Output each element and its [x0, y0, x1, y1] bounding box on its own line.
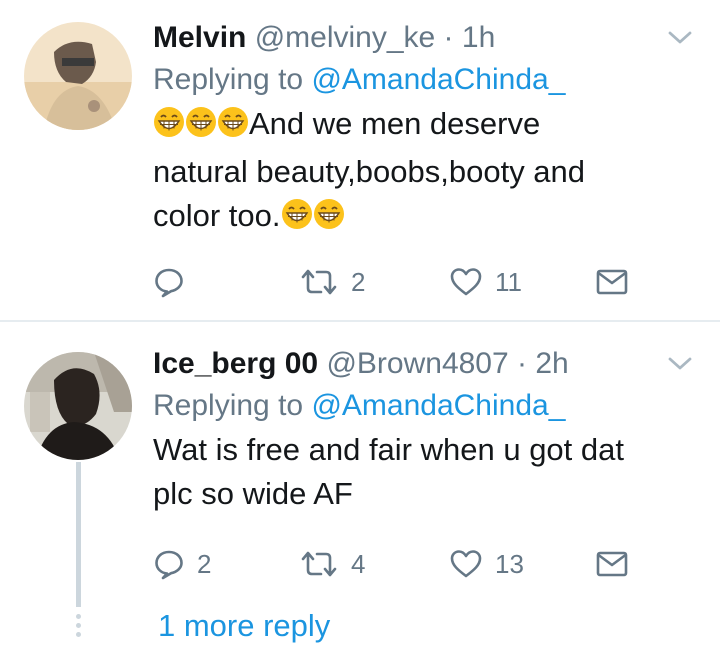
tweet-actions: 2 11: [153, 262, 633, 302]
retweet-icon: [299, 548, 339, 580]
tweet-content: Melvin @melviny_ke · 1h Replying to @Ama…: [153, 18, 650, 242]
retweet-count: 4: [351, 548, 366, 579]
chevron-down-icon[interactable]: [666, 354, 694, 374]
direct-message-icon: [595, 268, 629, 296]
tweet-text-line: Wat is free and fair when u got dat: [153, 432, 624, 467]
thread-dots: [76, 614, 81, 641]
like-button[interactable]: 11: [449, 262, 522, 302]
like-button[interactable]: 13: [449, 544, 524, 584]
user-name[interactable]: Melvin: [153, 21, 246, 54]
replying-to-link[interactable]: @AmandaChinda_: [311, 389, 565, 422]
timestamp[interactable]: 2h: [535, 347, 568, 380]
timestamp[interactable]: 1h: [462, 21, 495, 54]
retweet-icon: [299, 266, 339, 298]
tweet-content: Ice_berg 00 @Brown4807 · 2h Replying to …: [153, 344, 650, 516]
reply-button[interactable]: 2: [153, 544, 211, 584]
heart-icon: [449, 548, 483, 580]
reply-icon: [153, 266, 185, 298]
chevron-down-icon[interactable]: [666, 28, 694, 48]
avatar[interactable]: [24, 352, 132, 460]
tweet-text: And we men deserve natural beauty,boobs,…: [153, 102, 650, 242]
tweet-text-line: color too.: [153, 198, 281, 233]
replying-to: Replying to @AmandaChinda_: [153, 58, 650, 102]
avatar[interactable]: [24, 22, 132, 130]
like-count: 11: [495, 266, 522, 297]
tweet-actions: 2 4 13: [153, 544, 633, 584]
like-count: 13: [495, 548, 524, 579]
grinning-emoji-icon: [281, 198, 313, 242]
thread-line: [76, 462, 81, 607]
replying-prefix: Replying to: [153, 63, 312, 96]
user-handle[interactable]: @melviny_ke: [255, 21, 436, 54]
tweet-text-line: natural beauty,boobs,booty and: [153, 154, 586, 189]
direct-message-button[interactable]: [595, 544, 629, 584]
user-handle[interactable]: @Brown4807: [326, 347, 508, 380]
user-name[interactable]: Ice_berg 00: [153, 347, 318, 380]
reply-count: 2: [197, 548, 212, 579]
replying-to: Replying to @AmandaChinda_: [153, 384, 650, 428]
reply-button[interactable]: [153, 262, 185, 302]
more-replies-link[interactable]: 1 more reply: [158, 608, 330, 644]
tweet-text-line: And we men deserve: [249, 106, 541, 141]
grinning-emoji-icon: [153, 106, 185, 150]
heart-icon: [449, 266, 483, 298]
grinning-emoji-icon: [313, 198, 345, 242]
separator-dot: ·: [508, 347, 536, 380]
replying-prefix: Replying to: [153, 389, 312, 422]
tweet-melvin[interactable]: Melvin @melviny_ke · 1h Replying to @Ama…: [0, 0, 720, 320]
tweet-text: Wat is free and fair when u got dat plc …: [153, 428, 650, 516]
separator-dot: ·: [435, 21, 462, 54]
reply-icon: [153, 548, 185, 580]
tweet-header: Ice_berg 00 @Brown4807 · 2h: [153, 344, 650, 384]
grinning-emoji-icon: [217, 106, 249, 150]
retweet-button[interactable]: 2: [299, 262, 365, 302]
replying-to-link[interactable]: @AmandaChinda_: [311, 63, 565, 96]
tweet-text-line: plc so wide AF: [153, 476, 353, 511]
direct-message-button[interactable]: [595, 262, 629, 302]
tweet-header: Melvin @melviny_ke · 1h: [153, 18, 650, 58]
retweet-button[interactable]: 4: [299, 544, 365, 584]
grinning-emoji-icon: [185, 106, 217, 150]
tweet-iceberg[interactable]: Ice_berg 00 @Brown4807 · 2h Replying to …: [0, 322, 720, 657]
direct-message-icon: [595, 550, 629, 578]
retweet-count: 2: [351, 266, 366, 297]
